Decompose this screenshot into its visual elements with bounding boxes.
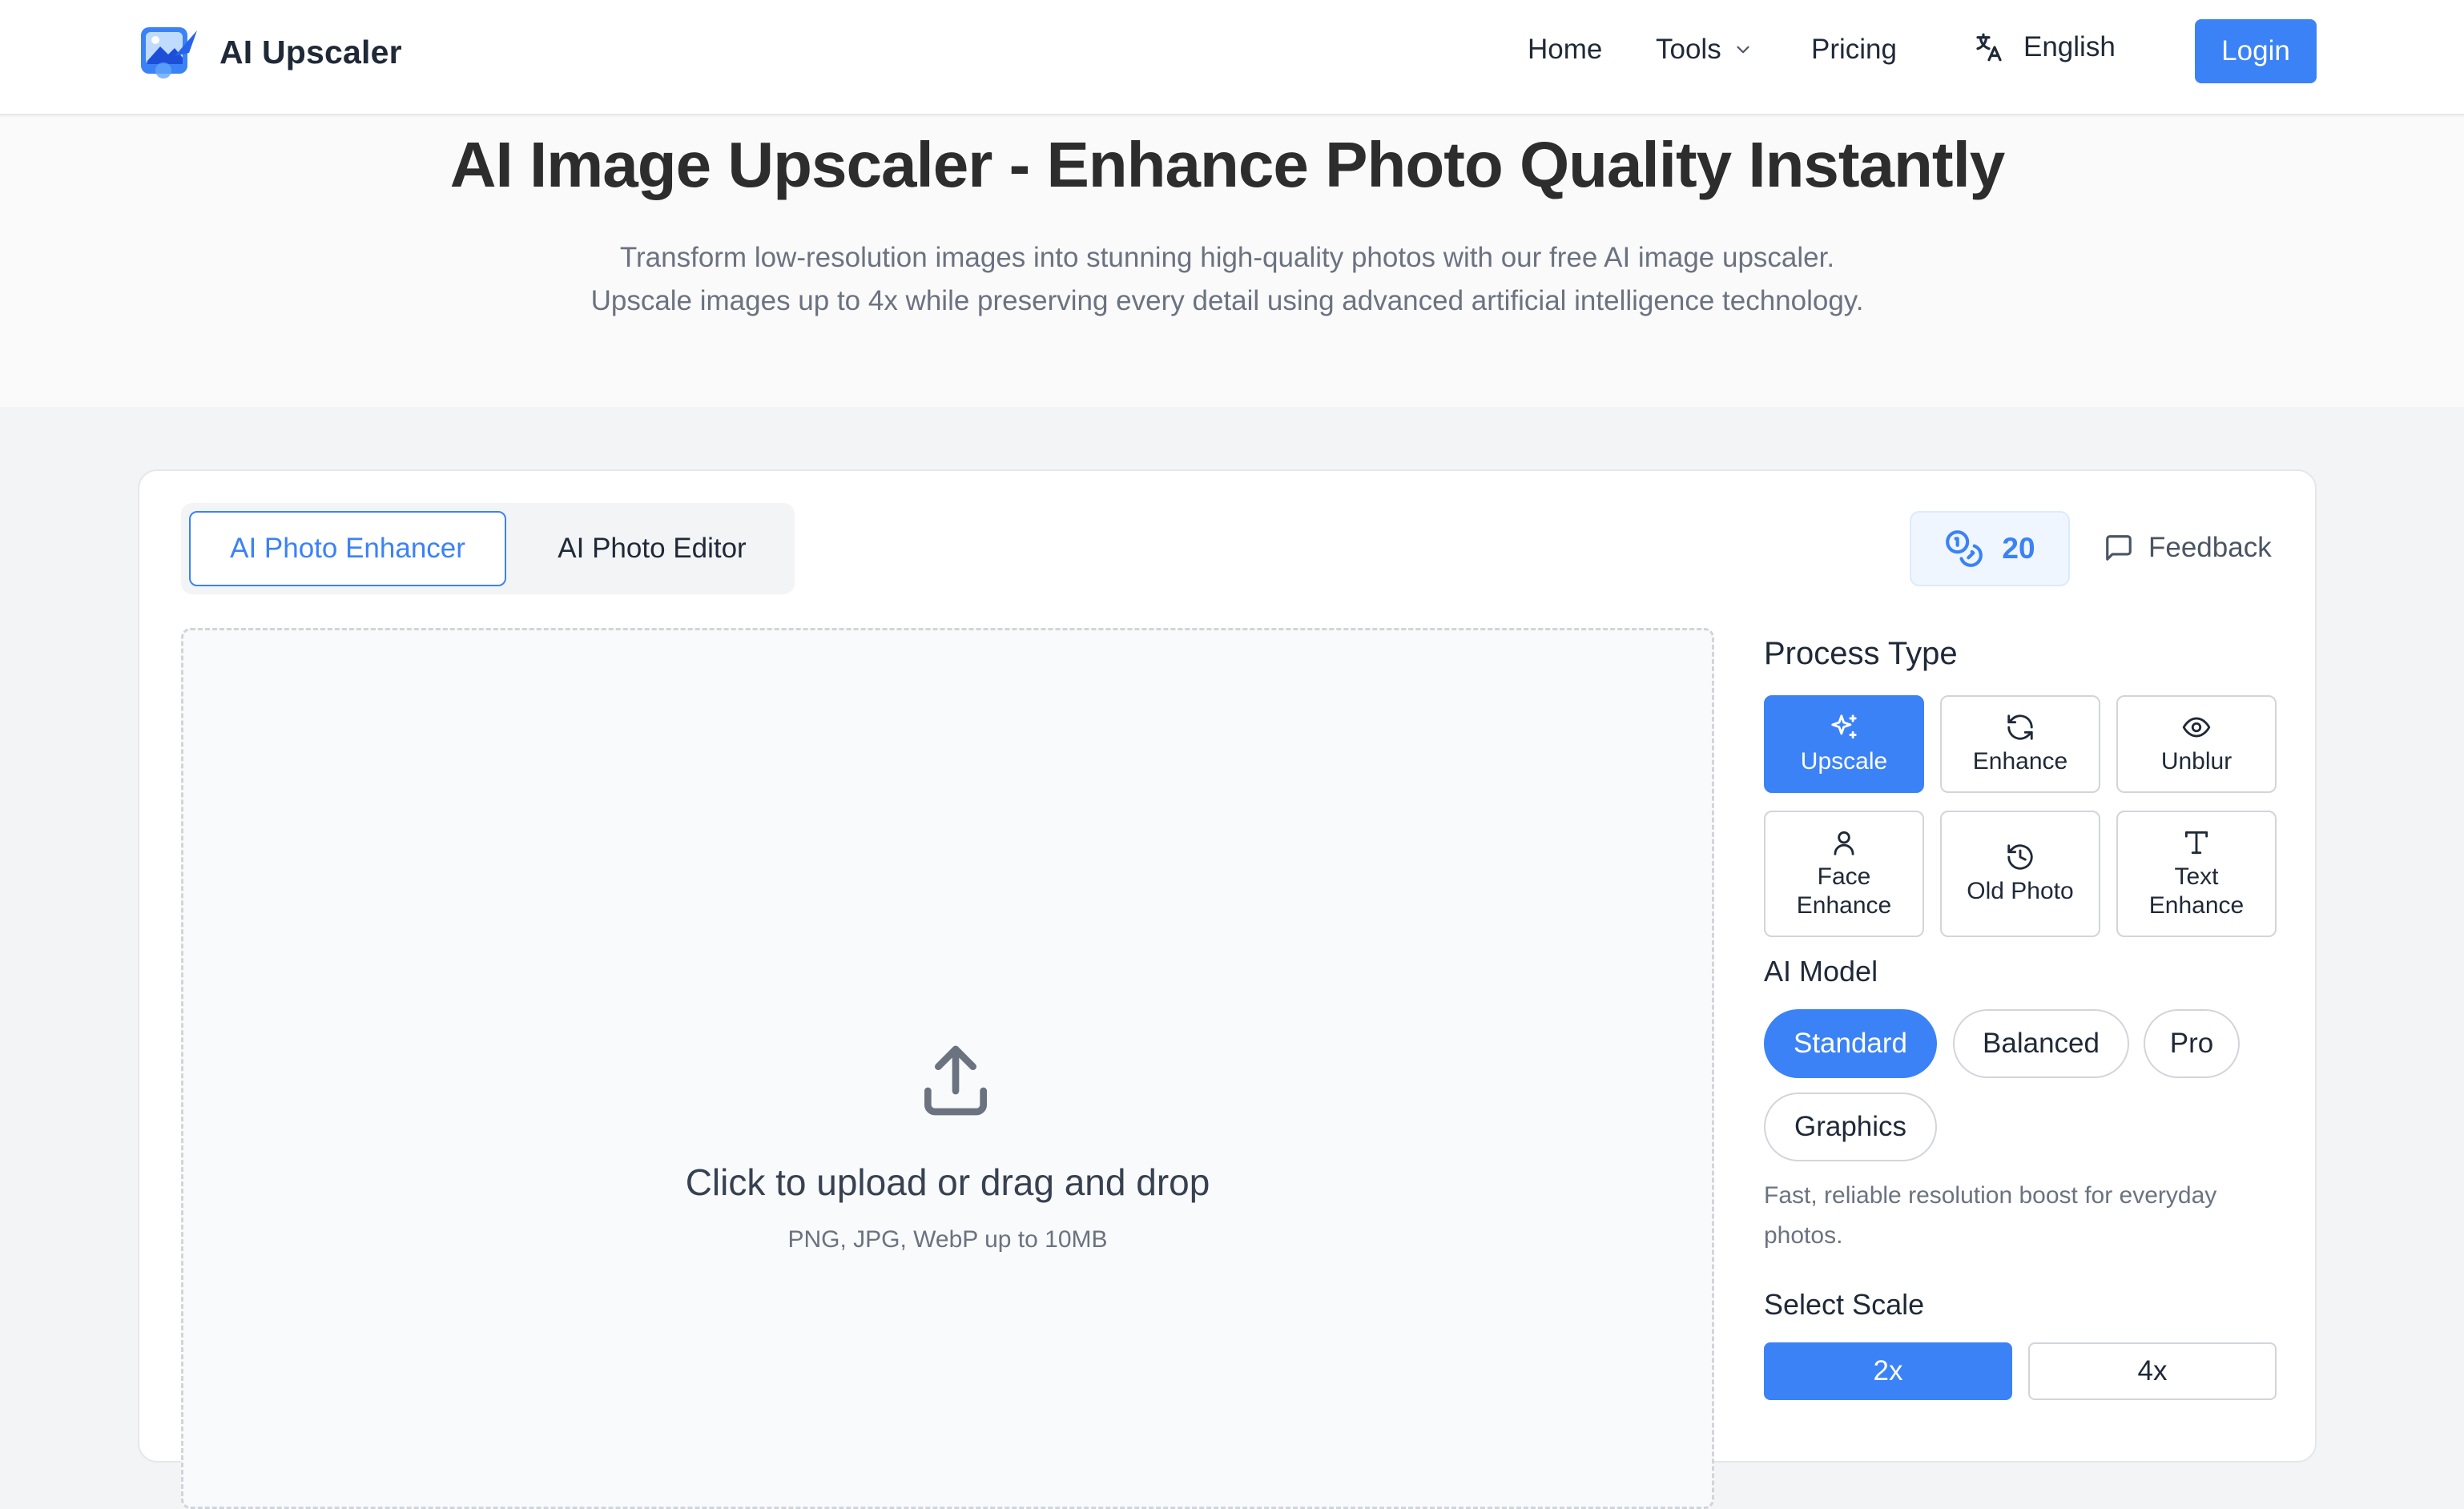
hero-subtitle-line-1: Transform low-resolution images into stu… — [619, 242, 1835, 273]
process-upscale-button[interactable]: Upscale — [1764, 695, 1924, 793]
credits-count: 20 — [2002, 532, 2035, 565]
model-balanced-button[interactable]: Balanced — [1953, 1009, 2129, 1078]
process-unblur-label: Unblur — [2160, 748, 2232, 775]
user-icon — [1834, 831, 1854, 855]
mode-tabs: AI Photo Enhancer AI Photo Editor — [181, 503, 795, 594]
nav-home-link[interactable]: Home — [1528, 34, 1602, 66]
upload-dropzone[interactable]: Click to upload or drag and drop PNG, JP… — [181, 628, 1714, 1509]
process-enhance-button[interactable]: Enhance — [1940, 695, 2100, 793]
upload-hint: PNG, JPG, WebP up to 10MB — [787, 1226, 1108, 1253]
hero-section: AI Image Upscaler - Enhance Photo Qualit… — [0, 117, 2464, 407]
message-square-icon — [2106, 535, 2132, 561]
language-selector[interactable]: English — [1972, 30, 2116, 64]
credits-badge[interactable]: 20 — [1910, 511, 2070, 586]
process-text-enhance-label-line-2: Enhance — [2148, 892, 2245, 919]
process-type-label: Process Type — [1764, 636, 1958, 671]
type-icon — [2184, 831, 2208, 855]
process-unblur-button[interactable]: Unblur — [2116, 695, 2277, 793]
nav-pricing-link[interactable]: Pricing — [1811, 34, 1897, 66]
process-face-enhance-label-line-1: Face — [1817, 863, 1871, 890]
process-old-photo-label: Old Photo — [1967, 878, 2074, 904]
refresh-icon — [2007, 714, 2033, 740]
site-header: AI Upscaler Home Tools Pricing English L… — [0, 0, 2464, 115]
login-button[interactable]: Login — [2195, 19, 2317, 83]
model-description: Fast, reliable resolution boost for ever… — [1764, 1182, 2217, 1249]
sparkles-icon — [1831, 714, 1857, 739]
model-graphics-button[interactable]: Graphics — [1764, 1093, 1937, 1161]
process-face-enhance-label-line-2: Enhance — [1796, 892, 1892, 919]
nav-tools-label: Tools — [1656, 34, 1721, 65]
scale-4x-button[interactable]: 4x — [2028, 1342, 2277, 1400]
process-upscale-label: Upscale — [1800, 748, 1888, 775]
model-pro-button[interactable]: Pro — [2144, 1009, 2240, 1078]
select-scale-label: Select Scale — [1764, 1288, 1925, 1321]
process-face-enhance-button[interactable]: Face Enhance — [1764, 811, 1924, 937]
feedback-label: Feedback — [2148, 532, 2272, 563]
page-title: AI Image Upscaler - Enhance Photo Qualit… — [449, 129, 2006, 200]
feedback-button[interactable]: Feedback — [2104, 532, 2272, 564]
ai-model-label: AI Model — [1764, 955, 1878, 988]
eye-icon — [2182, 717, 2211, 738]
model-standard-button[interactable]: Standard — [1764, 1009, 1937, 1078]
upload-icon — [924, 1045, 987, 1116]
nav-tools-dropdown[interactable]: Tools — [1656, 34, 1753, 66]
chevron-down-icon — [1737, 46, 1749, 54]
tab-ai-photo-editor[interactable]: AI Photo Editor — [516, 511, 788, 586]
translate-icon — [1976, 33, 2002, 62]
scale-2x-button[interactable]: 2x — [1764, 1342, 2012, 1400]
hero-subtitle-line-2: Upscale images up to 4x while preserving… — [590, 285, 1864, 316]
process-text-enhance-label-line-1: Text — [2174, 863, 2219, 890]
language-label: English — [2023, 31, 2116, 62]
process-text-enhance-button[interactable]: Text Enhance — [2116, 811, 2277, 937]
tab-ai-photo-enhancer[interactable]: AI Photo Enhancer — [189, 511, 506, 586]
process-old-photo-button[interactable]: Old Photo — [1940, 811, 2100, 937]
upload-title: Click to upload or drag and drop — [685, 1161, 1210, 1203]
history-icon — [2007, 844, 2033, 870]
process-enhance-label: Enhance — [1972, 748, 2068, 775]
main-nav: Home Tools Pricing English — [0, 0, 2464, 104]
tool-card: AI Photo Enhancer AI Photo Editor 20 Fee… — [138, 469, 2317, 1509]
coins-icon — [1946, 530, 1983, 567]
